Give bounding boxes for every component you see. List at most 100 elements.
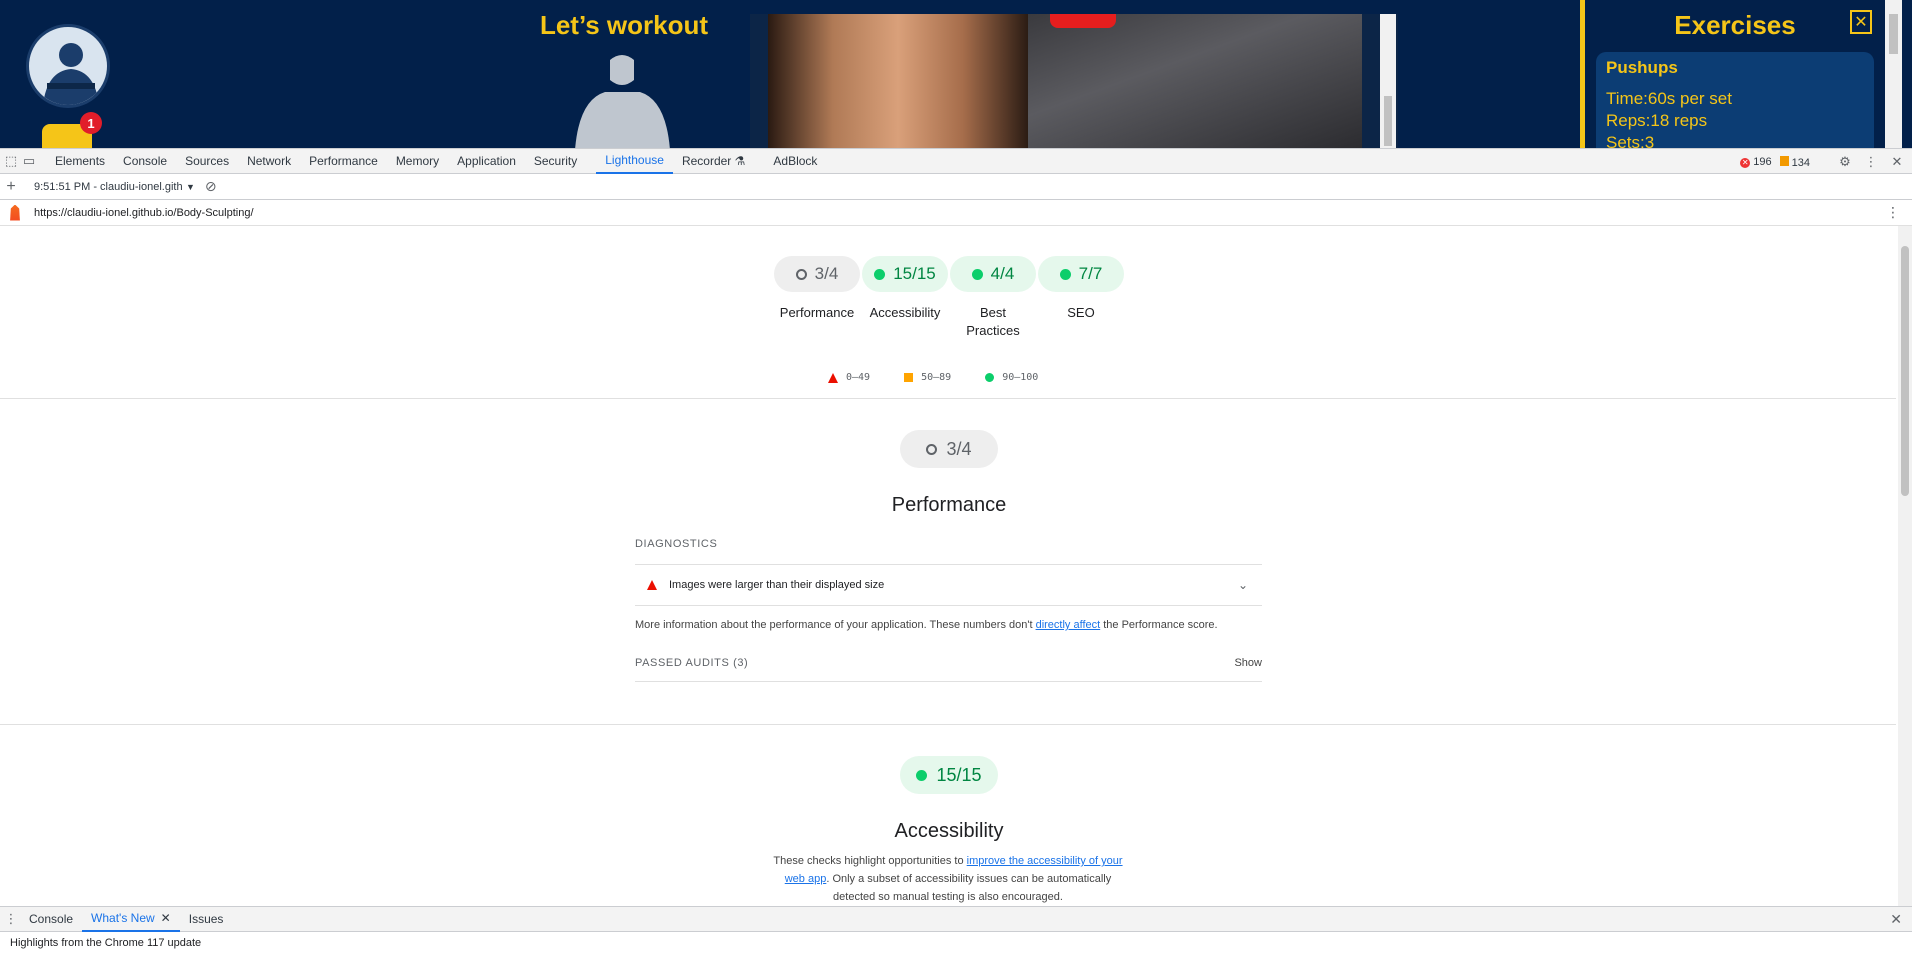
pass-score-icon	[971, 268, 983, 280]
close-icon[interactable]: ✕	[1850, 10, 1872, 34]
gear-icon[interactable]: ⚙	[1836, 153, 1854, 171]
warning-icon	[1779, 155, 1789, 166]
gauge-pill: 15/15	[862, 256, 948, 292]
drawer-tab-console[interactable]: Console	[20, 906, 82, 932]
site-scrollbar-thumb[interactable]	[1889, 14, 1898, 54]
video-scrollbar-thumb[interactable]	[1384, 96, 1392, 146]
tab-console[interactable]: Console	[114, 148, 176, 174]
close-tab-icon[interactable]: ✕	[161, 911, 171, 925]
performance-score-pill: 3/4	[900, 430, 998, 468]
site-logo[interactable]	[26, 24, 110, 108]
new-report-icon[interactable]: +	[0, 178, 22, 196]
drawer-tabbar: ⋮ Console What's New ✕ Issues ✕	[0, 906, 1912, 932]
tab-sources[interactable]: Sources	[176, 148, 238, 174]
error-count[interactable]: ✕ 196	[1740, 156, 1772, 168]
score-gauges: 3/4 Performance 15/15 Accessibility 4/4 …	[774, 256, 1124, 340]
pass-score-icon	[916, 769, 928, 781]
report-select[interactable]: 9:51:51 PM - claudiu-ionel.gith	[34, 181, 184, 193]
performance-desc-text: More information about the performance o…	[635, 619, 1036, 631]
inspect-element-icon[interactable]: ⬚	[2, 152, 20, 170]
directly-affect-link[interactable]: directly affect	[1036, 619, 1101, 631]
more-options-icon[interactable]: ⋮	[1862, 153, 1880, 171]
legend-average-label: 50–89	[921, 372, 952, 383]
average-square-icon	[904, 373, 914, 382]
tab-recorder[interactable]: Recorder ⚗	[673, 148, 754, 174]
accessibility-desc-tail: . Only a subset of accessibility issues …	[826, 873, 1112, 903]
gauge-performance[interactable]: 3/4 Performance	[774, 256, 860, 340]
pass-circle-icon	[985, 373, 995, 382]
drawer-tab-whats-new-label: What's New	[91, 911, 155, 925]
video-play-button[interactable]	[1050, 14, 1116, 28]
passed-audits-row[interactable]: PASSED AUDITS (3) Show	[635, 644, 1262, 682]
video-left-frame	[768, 14, 1028, 148]
close-drawer-icon[interactable]: ✕	[1890, 911, 1902, 928]
site-title: Let’s workout	[539, 10, 709, 40]
exercises-divider	[1580, 0, 1585, 148]
exercises-title: Exercises	[1674, 10, 1796, 40]
performance-score: 3/4	[946, 438, 972, 459]
gauge-best-practices[interactable]: 4/4 Best Practices	[950, 256, 1036, 340]
performance-description: More information about the performance o…	[635, 616, 1218, 634]
fail-triangle-icon	[647, 580, 657, 590]
gauge-label: SEO	[1067, 305, 1095, 320]
accessibility-score-pill: 15/15	[900, 756, 998, 794]
legend-fail: 0–49	[828, 372, 870, 383]
gauge-label: Performance	[779, 305, 855, 320]
audit-images-oversized[interactable]: Images were larger than their displayed …	[635, 564, 1262, 606]
report-menu-icon[interactable]: ⋮	[1886, 204, 1900, 221]
tab-network[interactable]: Network	[238, 148, 300, 174]
lighthouse-report: 3/4 Performance 15/15 Accessibility 4/4 …	[0, 226, 1896, 906]
cart-badge: 1	[80, 112, 102, 134]
tab-application[interactable]: Application	[448, 148, 525, 174]
diagnostics-label: DIAGNOSTICS	[635, 538, 718, 550]
warning-count-value: 134	[1791, 156, 1810, 169]
clear-reports-icon[interactable]: ⊘	[205, 178, 217, 195]
legend-pass-label: 90–100	[1002, 372, 1039, 383]
neutral-score-icon	[795, 268, 807, 280]
score-legend: 0–49 50–89 90–100	[828, 372, 1038, 383]
gauge-label: Best Practices	[966, 305, 1020, 338]
gauge-seo[interactable]: 7/7 SEO	[1038, 256, 1124, 340]
drawer-tab-whats-new[interactable]: What's New ✕	[82, 906, 180, 932]
tab-performance[interactable]: Performance	[300, 148, 387, 174]
tab-memory[interactable]: Memory	[387, 148, 448, 174]
chevron-down-icon[interactable]: ▼	[186, 182, 195, 192]
exercise-card[interactable]: Pushups Time:60s per set Reps:18 reps Se…	[1596, 52, 1874, 148]
close-devtools-icon[interactable]: ✕	[1888, 153, 1906, 171]
gauge-score: 15/15	[893, 264, 936, 283]
chevron-down-icon[interactable]: ⌄	[1238, 578, 1248, 592]
fail-triangle-icon	[828, 372, 838, 383]
device-toolbar-icon[interactable]: ▭	[20, 152, 38, 170]
gauge-pill: 3/4	[774, 256, 860, 292]
exercise-sets: Sets:3	[1606, 133, 1655, 148]
tab-adblock[interactable]: AdBlock	[764, 148, 826, 174]
tab-lighthouse[interactable]: Lighthouse	[596, 148, 673, 174]
devtools-tabbar: ⬚ ▭ Elements Console Sources Network Per…	[0, 148, 1912, 174]
gauge-accessibility[interactable]: 15/15 Accessibility	[862, 256, 948, 340]
lighthouse-logo-icon	[10, 204, 20, 221]
divider	[0, 398, 1896, 399]
exercise-name: Pushups	[1606, 58, 1678, 77]
report-url-bar: https://claudiu-ionel.github.io/Body-Scu…	[0, 200, 1912, 226]
pass-score-icon	[1059, 268, 1071, 280]
legend-fail-label: 0–49	[846, 372, 871, 383]
show-button[interactable]: Show	[1234, 657, 1262, 669]
workout-video[interactable]	[750, 14, 1398, 148]
gauge-score: 3/4	[814, 264, 839, 283]
accessibility-title: Accessibility	[894, 820, 1004, 842]
lighthouse-toolbar: + 9:51:51 PM - claudiu-ionel.gith ▼ ⊘	[0, 174, 1912, 200]
drawer-menu-icon[interactable]: ⋮	[2, 910, 20, 928]
neutral-score-icon	[926, 443, 938, 455]
devtools-status: ✕ 196 134 ⚙ ⋮ ✕	[1740, 149, 1912, 175]
pass-score-icon	[874, 268, 886, 280]
drawer-tab-issues[interactable]: Issues	[180, 906, 233, 932]
gauge-pill: 7/7	[1038, 256, 1124, 292]
report-url[interactable]: https://claudiu-ionel.github.io/Body-Scu…	[34, 207, 254, 219]
tab-elements[interactable]: Elements	[46, 148, 114, 174]
whats-new-text: Highlights from the Chrome 117 update	[0, 932, 1912, 954]
website-viewport: 1 Let’s workout Exercises ✕ Pushups Time…	[0, 0, 1912, 148]
report-scrollbar-thumb[interactable]	[1901, 246, 1909, 496]
warning-count[interactable]: 134	[1779, 155, 1810, 169]
performance-desc-tail: the Performance score.	[1100, 619, 1218, 631]
tab-security[interactable]: Security	[525, 148, 586, 174]
